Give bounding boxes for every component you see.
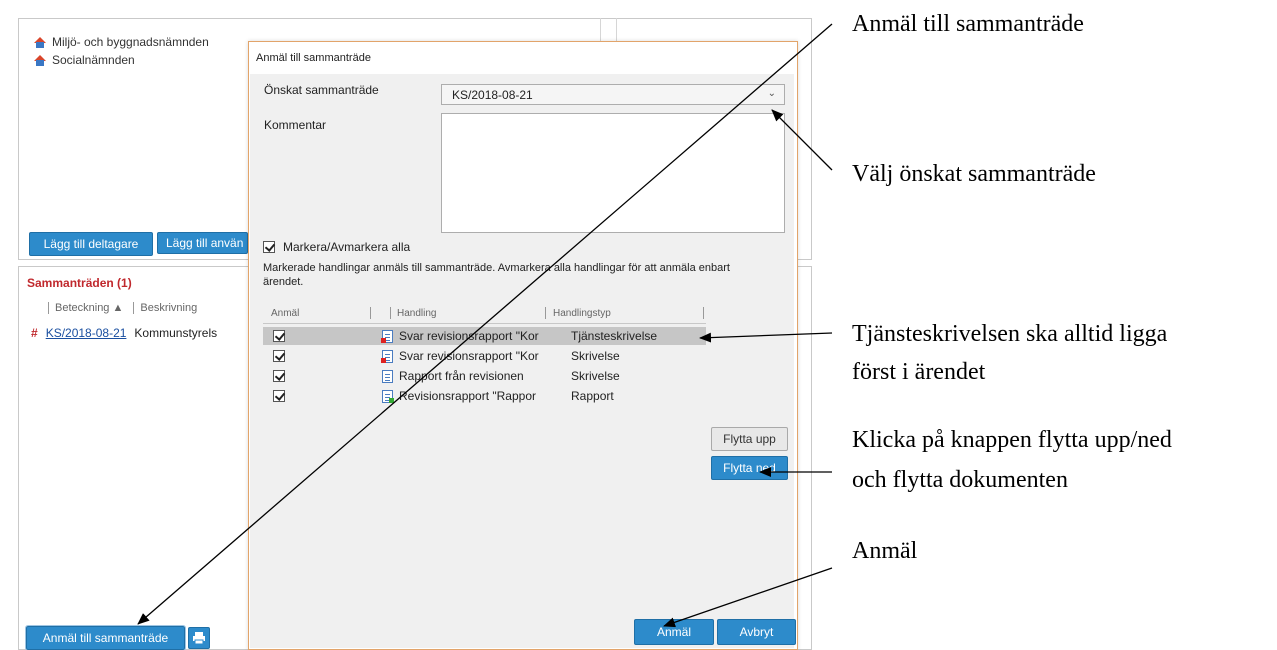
annotation-select-meeting: Välj önskat sammanträde [852,161,1096,187]
annotation-register: Anmäl till sammanträde [852,11,1084,37]
annotation-first-document-line2: först i ärendet [852,359,986,385]
arrow-first-document [699,332,833,343]
annotation-move-line1: Klicka på knappen flytta upp/ned [852,427,1172,453]
annotation-submit: Anmäl [852,538,918,564]
arrow-register [137,23,833,625]
arrow-submit [663,567,833,628]
arrow-select-meeting [771,109,833,171]
annotation-move-line2: och flytta dokumenten [852,467,1068,493]
annotation-first-document-line1: Tjänsteskrivelsen ska alltid ligga [852,321,1168,347]
